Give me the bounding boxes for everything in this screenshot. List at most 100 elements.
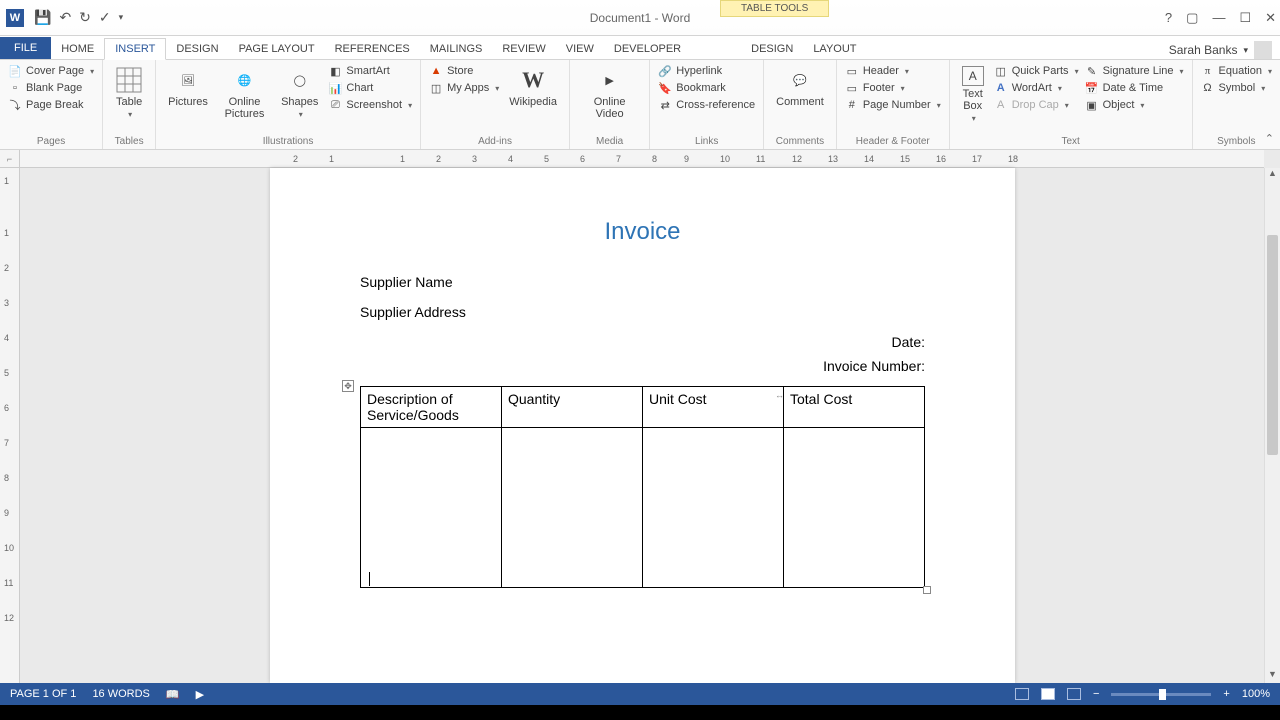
tab-file[interactable]: FILE: [0, 37, 51, 59]
maximize-icon[interactable]: ☐: [1239, 10, 1251, 26]
drop-cap-button[interactable]: ADrop Cap: [994, 98, 1079, 112]
object-label: Object: [1103, 99, 1135, 111]
hruler-mark: 3: [472, 154, 477, 164]
avatar[interactable]: [1254, 41, 1272, 59]
invoice-table[interactable]: Description of Service/Goods Quantity Un…: [360, 386, 925, 588]
table-button[interactable]: Table: [111, 64, 147, 121]
col-total-cost[interactable]: Total Cost: [784, 387, 925, 428]
macro-icon[interactable]: ▶: [196, 688, 204, 701]
header-button[interactable]: ▭Header: [845, 64, 941, 78]
quick-parts-button[interactable]: ◫Quick Parts: [994, 64, 1079, 78]
comment-button[interactable]: 💬Comment: [772, 64, 828, 110]
cell-total-cost[interactable]: [784, 428, 925, 588]
tab-home[interactable]: HOME: [51, 39, 104, 59]
account-dropdown-icon[interactable]: ▾: [1243, 45, 1248, 56]
shapes-button[interactable]: ◯Shapes: [277, 64, 322, 122]
online-pictures-button[interactable]: 🌐Online Pictures: [218, 64, 271, 122]
hyperlink-button[interactable]: 🔗Hyperlink: [658, 64, 755, 78]
zoom-level[interactable]: 100%: [1242, 688, 1270, 700]
cell-unit-cost[interactable]: [643, 428, 784, 588]
cell-description[interactable]: [361, 428, 502, 588]
proofing-icon[interactable]: 📖: [166, 688, 180, 701]
tab-insert[interactable]: INSERT: [104, 38, 166, 60]
print-layout-icon[interactable]: [1041, 688, 1055, 700]
store-button[interactable]: ▲Store: [429, 64, 499, 78]
bookmark-button[interactable]: 🔖Bookmark: [658, 81, 755, 95]
wikipedia-button[interactable]: WWikipedia: [505, 64, 561, 110]
page-indicator[interactable]: PAGE 1 OF 1: [10, 688, 76, 700]
col-unit-cost[interactable]: Unit Cost: [643, 387, 784, 428]
group-pages-label: Pages: [8, 136, 94, 147]
equation-button[interactable]: πEquation: [1201, 64, 1272, 78]
account-area[interactable]: Sarah Banks ▾: [1169, 41, 1272, 59]
table-body-row[interactable]: [361, 428, 925, 588]
save-icon[interactable]: 💾: [34, 9, 51, 26]
scroll-down-icon[interactable]: ▼: [1265, 669, 1280, 683]
horizontal-ruler[interactable]: 2 1 1 2 3 4 5 6 7 8 9 10 11 12 13 14 15 …: [20, 150, 1264, 168]
zoom-slider-knob[interactable]: [1159, 689, 1166, 700]
cross-reference-button[interactable]: ⇄Cross-reference: [658, 98, 755, 112]
ruler-corner: ⌐: [0, 150, 19, 168]
date-label[interactable]: Date:: [360, 334, 925, 350]
ribbon-display-icon[interactable]: ▢: [1186, 10, 1198, 26]
symbol-button[interactable]: ΩSymbol: [1201, 81, 1272, 95]
web-layout-icon[interactable]: [1067, 688, 1081, 700]
supplier-name[interactable]: Supplier Name: [360, 274, 925, 290]
pictures-button[interactable]: 🖼Pictures: [164, 64, 212, 122]
footer-button[interactable]: ▭Footer: [845, 81, 941, 95]
vertical-ruler[interactable]: ⌐ 1 1 2 3 4 5 6 7 8 9 10 11 12: [0, 150, 20, 683]
date-time-button[interactable]: 📅Date & Time: [1085, 81, 1184, 95]
scrollbar-thumb[interactable]: [1267, 235, 1278, 455]
invoice-number-label[interactable]: Invoice Number:: [360, 358, 925, 374]
vertical-scrollbar[interactable]: ▲ ▼: [1264, 168, 1280, 683]
tab-references[interactable]: REFERENCES: [325, 39, 420, 59]
undo-icon[interactable]: ↶: [59, 9, 71, 26]
close-icon[interactable]: ✕: [1265, 10, 1276, 26]
screenshot-button[interactable]: ⎚Screenshot: [328, 98, 412, 112]
minimize-icon[interactable]: —: [1212, 10, 1225, 26]
cell-quantity[interactable]: [502, 428, 643, 588]
tab-table-layout[interactable]: LAYOUT: [803, 39, 866, 59]
col-description[interactable]: Description of Service/Goods: [361, 387, 502, 428]
table-resize-handle-icon[interactable]: [923, 586, 931, 594]
smartart-button[interactable]: ◧SmartArt: [328, 64, 412, 78]
zoom-out-icon[interactable]: −: [1093, 688, 1099, 700]
scroll-up-icon[interactable]: ▲: [1265, 168, 1280, 182]
zoom-in-icon[interactable]: +: [1223, 688, 1229, 700]
tab-mailings[interactable]: MAILINGS: [420, 39, 493, 59]
page-break-button[interactable]: ⤵Page Break: [8, 98, 94, 112]
signature-line-button[interactable]: ✎Signature Line: [1085, 64, 1184, 78]
zoom-slider[interactable]: [1111, 693, 1211, 696]
text-box-button[interactable]: AText Box: [958, 64, 988, 125]
redo-icon[interactable]: ↻: [79, 9, 91, 26]
tab-developer[interactable]: DEVELOPER: [604, 39, 691, 59]
hruler-mark: 12: [792, 154, 802, 164]
wordart-button[interactable]: AWordArt: [994, 81, 1079, 95]
hruler-mark: 11: [756, 154, 765, 164]
help-icon[interactable]: ?: [1165, 10, 1172, 26]
object-button[interactable]: ▣Object: [1085, 98, 1184, 112]
blank-page-button[interactable]: ▫Blank Page: [8, 81, 94, 95]
tab-design[interactable]: DESIGN: [166, 39, 228, 59]
spellcheck-icon[interactable]: ✓: [99, 9, 111, 26]
chart-button[interactable]: 📊Chart: [328, 81, 412, 95]
table-header-row[interactable]: Description of Service/Goods Quantity Un…: [361, 387, 925, 428]
page[interactable]: Invoice Supplier Name Supplier Address D…: [270, 168, 1015, 683]
tab-view[interactable]: VIEW: [556, 39, 604, 59]
col-quantity[interactable]: Quantity: [502, 387, 643, 428]
tab-page-layout[interactable]: PAGE LAYOUT: [229, 39, 325, 59]
tab-review[interactable]: REVIEW: [492, 39, 555, 59]
online-video-button[interactable]: ▶Online Video: [578, 64, 641, 122]
read-mode-icon[interactable]: [1015, 688, 1029, 700]
cover-page-button[interactable]: 📄Cover Page: [8, 64, 94, 78]
tab-table-design[interactable]: DESIGN: [741, 39, 803, 59]
word-count[interactable]: 16 WORDS: [92, 688, 149, 700]
invoice-heading[interactable]: Invoice: [360, 218, 925, 246]
page-number-button[interactable]: #Page Number: [845, 98, 941, 112]
table-move-handle-icon[interactable]: ✥: [342, 380, 354, 392]
my-apps-button[interactable]: ◫My Apps: [429, 81, 499, 95]
column-resize-icon[interactable]: ↔: [775, 390, 784, 400]
qat-customize-icon[interactable]: ▾: [119, 12, 124, 23]
supplier-address[interactable]: Supplier Address: [360, 304, 925, 320]
collapse-ribbon-icon[interactable]: ⌃: [1265, 132, 1274, 145]
